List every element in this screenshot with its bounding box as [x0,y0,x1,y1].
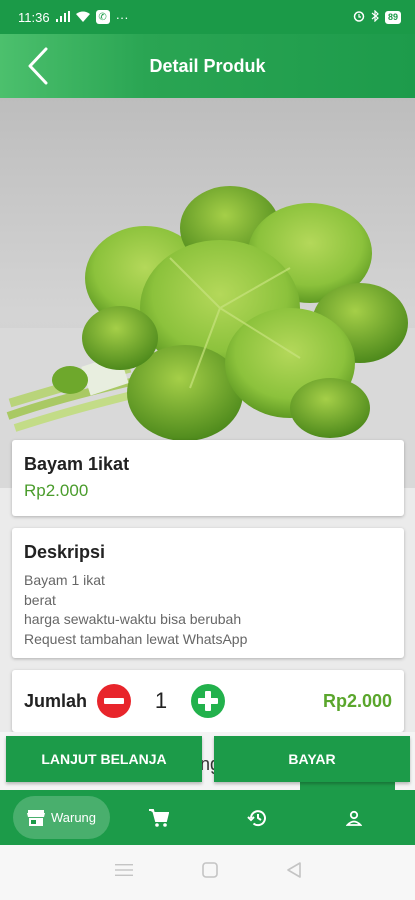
product-name: Bayam 1ikat [24,454,130,474]
home-icon[interactable] [201,862,218,883]
alarm-icon [353,10,365,24]
nav-item-warung[interactable]: Warung [13,796,110,839]
battery-indicator: 89 [384,10,401,24]
app-header: Detail Produk [0,34,415,98]
description-line: berat [24,591,56,608]
page-title: Detail Produk [149,55,266,76]
bottom-navigation: Warung [0,790,415,845]
description-card: Deskripsi Bayam 1 ikat berat harga sewak… [12,528,404,658]
quantity-value: 1 [154,688,168,713]
status-bar: 11:36 ✆ ··· 89 [0,0,415,34]
nav-item-profile[interactable] [341,790,367,845]
cart-icon [149,808,169,827]
profile-icon [346,810,362,826]
nav-item-label: Warung [50,810,97,825]
description-line: Request tambahan lewat WhatsApp [24,630,248,647]
nav-item-cart[interactable] [146,790,172,845]
product-card: Bayam 1ikat Rp2.000 [12,440,404,516]
decrease-quantity-button[interactable] [97,684,132,718]
status-right: 89 [353,9,401,24]
description-title: Deskripsi [24,542,106,562]
whatsapp-icon: ✆ [95,10,110,24]
more-indicator: ··· [115,9,129,25]
wifi-icon [75,11,90,24]
quantity-card: Jumlah 1 Rp2.000 [12,670,404,732]
increase-quantity-button[interactable] [191,684,226,718]
system-navigation-bar [0,845,415,900]
quantity-total-price: Rp2.000 [322,690,392,711]
back-icon[interactable] [286,862,301,883]
nav-item-history[interactable] [244,790,270,845]
signal-icon [55,10,70,24]
history-icon [247,809,266,826]
plus-icon [198,691,219,711]
description-line: Bayam 1 ikat [24,572,105,588]
status-time: 11:36 [18,9,50,25]
product-price: Rp2.000 [24,481,89,500]
back-button[interactable] [20,46,56,86]
pay-button[interactable]: BAYAR [214,736,410,782]
status-left: 11:36 ✆ ··· [18,10,129,25]
chevron-left-icon [28,47,48,85]
product-image [0,98,415,488]
description-line: harga sewaktu-waktu bisa berubah [24,611,242,627]
minus-icon [104,698,125,704]
quantity-label: Jumlah [24,690,88,711]
continue-shopping-button[interactable]: LANJUT BELANJA [6,736,202,782]
store-icon [26,809,45,826]
bluetooth-icon [371,9,379,24]
recent-apps-icon[interactable] [114,863,133,882]
